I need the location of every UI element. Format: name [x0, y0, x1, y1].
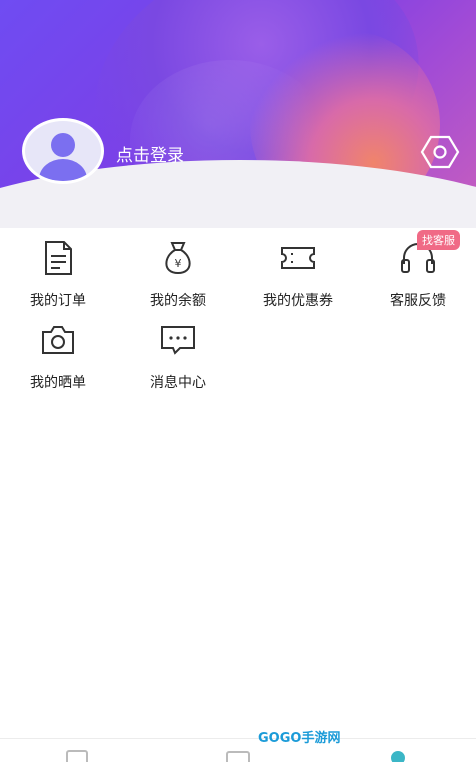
menu-item-coupons[interactable]: 我的优惠券 [243, 240, 353, 310]
menu-item-messages[interactable]: 消息中心 [123, 322, 233, 392]
menu-label: 客服反馈 [390, 293, 446, 309]
money-bag-icon: ¥ [165, 242, 191, 275]
camera-icon [42, 326, 74, 354]
support-badge[interactable]: 找客服 [417, 230, 460, 250]
tab-shop-icon[interactable] [226, 747, 250, 766]
menu-row: 我的晒单 消息中心 [0, 322, 476, 392]
coupon-icon [281, 247, 315, 269]
menu-item-orders[interactable]: 我的订单 [3, 240, 113, 310]
menu-item-showcase[interactable]: 我的晒单 [3, 322, 113, 392]
login-link[interactable]: 点击登录 [116, 141, 184, 166]
chat-icon [161, 326, 195, 355]
tab-profile-icon[interactable] [390, 747, 406, 765]
menu-label: 我的订单 [30, 293, 86, 309]
menu-item-balance[interactable]: ¥ 我的余额 [123, 240, 233, 310]
settings-icon[interactable] [420, 134, 460, 170]
user-silhouette-icon [25, 121, 101, 181]
watermark-logo: GOGO手游网 [258, 731, 341, 746]
svg-text:¥: ¥ [175, 257, 182, 270]
menu-label: 我的晒单 [30, 375, 86, 391]
bottom-tab-bar [0, 738, 476, 766]
menu-label: 我的优惠券 [263, 293, 333, 309]
menu-item-support[interactable]: 客服反馈 [363, 240, 473, 310]
menu-row: 我的订单 ¥ 我的余额 我的优惠券 客服反馈 [0, 240, 476, 310]
menu-label: 我的余额 [150, 293, 206, 309]
tab-home-icon[interactable] [66, 747, 88, 766]
menu-label: 消息中心 [150, 375, 206, 391]
profile-header [0, 0, 476, 228]
avatar[interactable] [22, 118, 104, 184]
document-icon [45, 241, 72, 275]
